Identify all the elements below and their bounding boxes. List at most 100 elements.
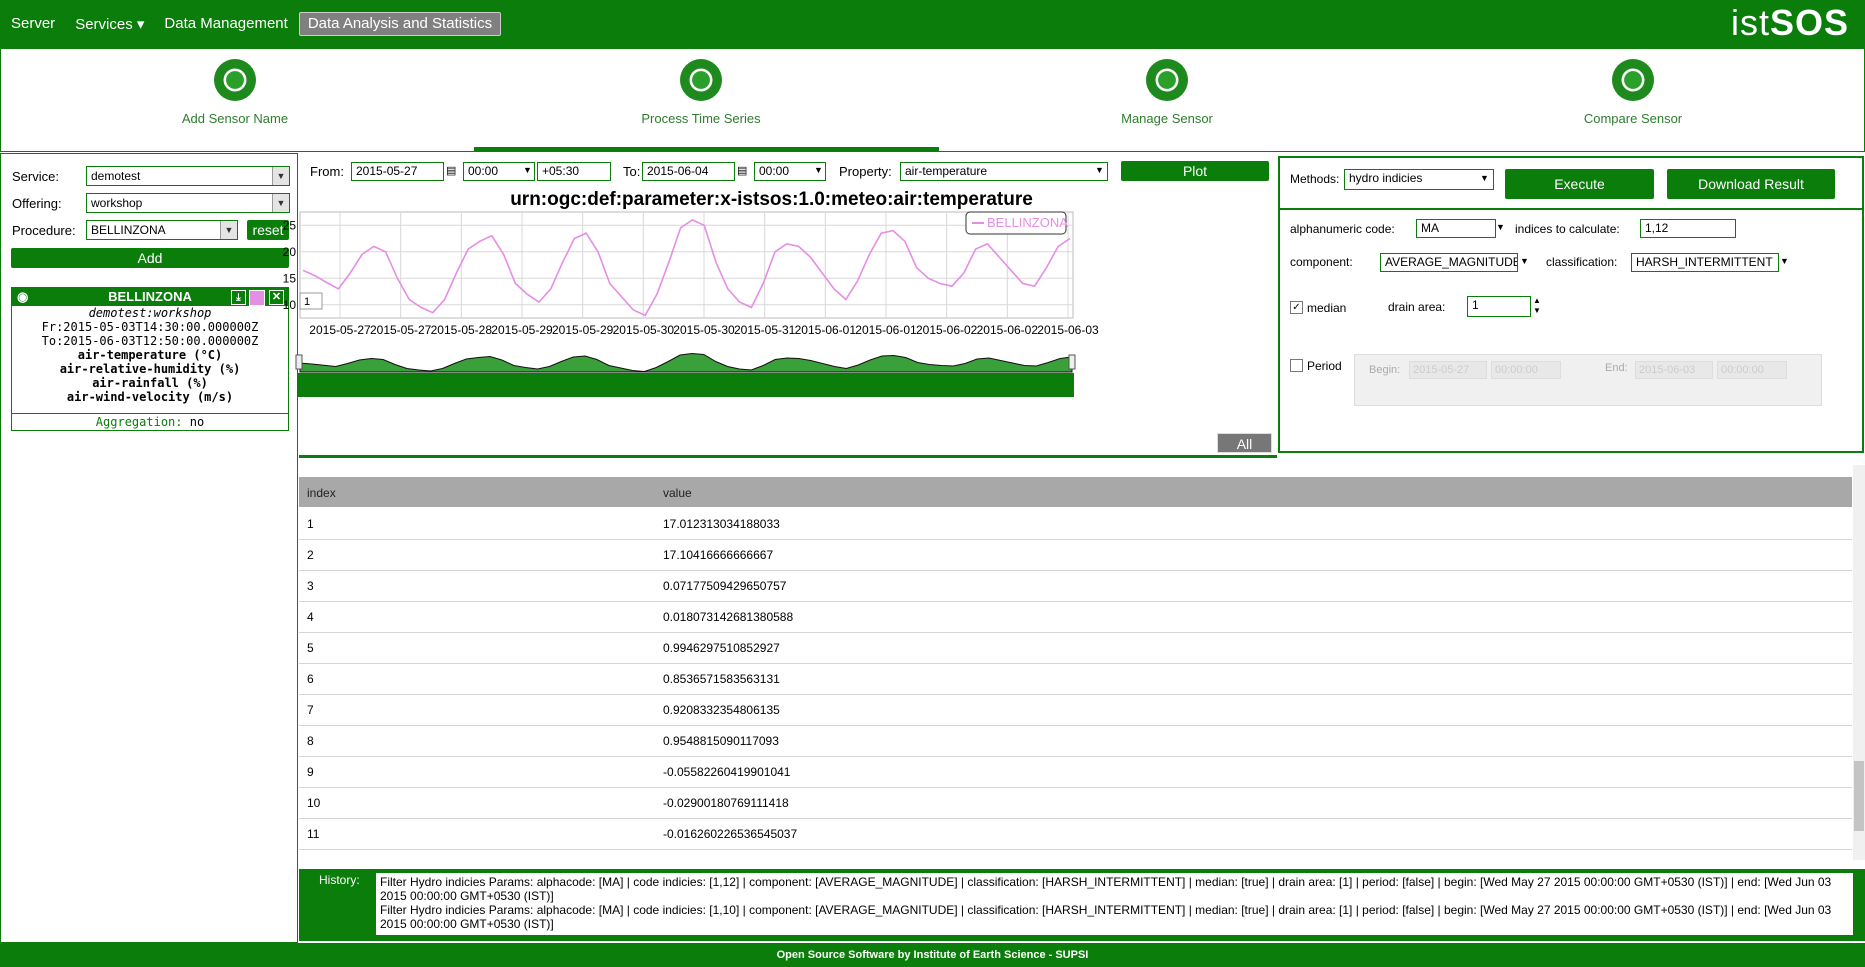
begin-time-input: 00:00:00 (1491, 361, 1561, 379)
column-header-value[interactable]: value (663, 486, 692, 500)
plot-button[interactable]: Plot (1121, 161, 1269, 181)
column-header-index[interactable]: index (307, 486, 336, 500)
cell-value: 0.9208332354806135 (663, 703, 780, 717)
navigator-area[interactable] (299, 352, 1073, 373)
sensor-property: air-wind-velocity (m/s) (66, 390, 234, 404)
eye-icon[interactable]: ◉ (17, 288, 28, 306)
legend-label: BELLINZONA (987, 215, 1068, 230)
execute-button[interactable]: Execute (1505, 169, 1654, 199)
tool-manage-sensor[interactable]: Manage Sensor (1067, 59, 1267, 126)
methods-panel: Methods: hydro indicies ▼ Execute Downlo… (1278, 156, 1864, 453)
component-select[interactable]: AVERAGE_MAGNITUDE (1380, 253, 1518, 272)
median-checkbox[interactable]: ✓ (1290, 301, 1303, 314)
x-tick-label: 2015-05-30 (613, 323, 675, 337)
range-all-button[interactable]: All (1217, 433, 1272, 453)
from-date-input[interactable]: 2015-05-27 (351, 162, 444, 181)
chevron-down-icon[interactable]: ▼ (1095, 165, 1104, 175)
chevron-down-icon[interactable]: ▼ (1520, 256, 1529, 266)
add-button[interactable]: Add (11, 248, 289, 268)
chevron-down-icon[interactable]: ▼ (220, 221, 237, 239)
cell-value: -0.016260226536545037 (663, 827, 798, 841)
zoom-value: 1 (304, 296, 310, 308)
table-row[interactable]: 5 0.9946297510852927 (299, 632, 1852, 664)
chevron-down-icon[interactable]: ▼ (814, 165, 823, 175)
chevron-down-icon[interactable]: ▼ (1496, 222, 1505, 232)
procedure-select[interactable]: BELLINZONA ▼ (86, 220, 238, 240)
calendar-icon[interactable]: ▤ (737, 164, 747, 177)
table-row[interactable]: 10 -0.02900180769111418 (299, 787, 1852, 819)
to-time-value: 00:00 (759, 164, 790, 178)
sensor-card: ◉ BELLINZONA ⤓ ✕ demotest:workshop Fr:20… (11, 287, 289, 431)
menu-services[interactable]: Services ▾ (66, 12, 153, 36)
menu-data-management[interactable]: Data Management (155, 12, 296, 36)
scrollbar-thumb[interactable] (1854, 761, 1864, 831)
cell-index: 1 (307, 517, 314, 531)
x-tick-label: 2015-06-02 (977, 323, 1039, 337)
logo-text-b: SOS (1769, 2, 1849, 43)
calendar-icon[interactable]: ▤ (446, 164, 456, 177)
cell-value: 17.012313034188033 (663, 517, 780, 531)
procedure-label: Procedure: (12, 223, 76, 238)
indices-input[interactable]: 1,12 (1640, 219, 1736, 238)
table-row[interactable]: 9 -0.05582260419901041 (299, 756, 1852, 788)
sensor-property: air-temperature (°C) (77, 348, 223, 362)
tool-compare-sensor[interactable]: Compare Sensor (1533, 59, 1733, 126)
tool-label: Process Time Series (641, 111, 761, 126)
table-row[interactable]: 2 17.10416666666667 (299, 539, 1852, 571)
tool-add-sensor-name[interactable]: Add Sensor Name (135, 59, 335, 126)
end-label: End: (1605, 362, 1628, 374)
alphanumeric-code-select[interactable]: MA (1416, 219, 1496, 238)
table-row[interactable]: 6 0.8536571583563131 (299, 663, 1852, 695)
cell-value: -0.05582260419901041 (663, 765, 791, 779)
table-row[interactable]: 8 0.9548815090117093 (299, 725, 1852, 757)
history-log[interactable]: Filter Hydro indicies Params: alphacode:… (376, 873, 1853, 935)
offering-label: Offering: (12, 196, 62, 211)
cell-index: 4 (307, 610, 314, 624)
chevron-down-icon[interactable]: ▼ (272, 194, 289, 212)
color-swatch[interactable] (249, 290, 265, 306)
chevron-down-icon[interactable]: ▼ (1780, 256, 1789, 266)
range-week-button[interactable]: Week (1161, 433, 1211, 453)
chevron-down-icon[interactable]: ▼ (272, 167, 289, 185)
drain-area-input[interactable]: 1 (1467, 296, 1531, 317)
sensor-from: Fr:2015-05-03T14:30:00.000000Z (41, 320, 259, 334)
stepper-icon[interactable]: ▲ ▼ (1533, 296, 1541, 316)
table-row[interactable]: 1 17.012313034188033 (299, 508, 1852, 540)
gear-icon (1146, 59, 1188, 101)
tool-process-time-series[interactable]: Process Time Series (601, 59, 801, 126)
table-row[interactable]: 3 0.07177509429650757 (299, 570, 1852, 602)
timezone-input[interactable]: +05:30 (537, 162, 611, 181)
table-row[interactable]: 4 0.018073142681380588 (299, 601, 1852, 633)
menu-data-analysis[interactable]: Data Analysis and Statistics (298, 12, 502, 36)
methods-select[interactable]: hydro indicies (1344, 169, 1494, 190)
end-date-input: 2015-06-03 (1635, 361, 1713, 379)
navigator-handle-right[interactable] (1068, 354, 1076, 370)
service-select[interactable]: demotest ▼ (86, 166, 290, 186)
to-date-input[interactable]: 2015-06-04 (642, 162, 735, 181)
chart[interactable]: 2015-05-27 2015-05-27 2015-05-28 2015-05-29… (283, 211, 1277, 457)
table-row[interactable]: 7 0.9208332354806135 (299, 694, 1852, 726)
menu-server[interactable]: Server (2, 12, 64, 36)
table-row[interactable]: 11 -0.016260226536545037 (299, 818, 1852, 850)
cell-index: 11 (307, 827, 320, 841)
table-scrollbar[interactable] (1853, 465, 1865, 860)
alphanumeric-code-label: alphanumeric code: (1290, 222, 1395, 236)
period-checkbox[interactable] (1290, 359, 1303, 372)
chevron-down-icon[interactable]: ▼ (1480, 173, 1489, 183)
download-result-button[interactable]: Download Result (1667, 169, 1835, 199)
property-label: Property: (839, 164, 892, 179)
offering-select[interactable]: workshop ▼ (86, 193, 290, 213)
history-label: History: (319, 873, 360, 887)
range-day-button[interactable]: Day (1107, 433, 1149, 453)
classification-select[interactable]: HARSH_INTERMITTENT (1631, 253, 1779, 272)
navigator-handle-left[interactable] (295, 354, 303, 370)
x-tick-label: 2015-06-03 (1037, 323, 1099, 337)
chevron-down-icon[interactable]: ▼ (523, 165, 532, 175)
cell-index: 2 (307, 548, 314, 562)
cell-index: 6 (307, 672, 314, 686)
istsos-logo: istSOS (1731, 2, 1849, 44)
begin-date-input: 2015-05-27 (1409, 361, 1487, 379)
alphanumeric-code-value: MA (1421, 221, 1439, 235)
download-icon[interactable]: ⤓ (231, 290, 246, 305)
property-select[interactable]: air-temperature (900, 162, 1108, 181)
